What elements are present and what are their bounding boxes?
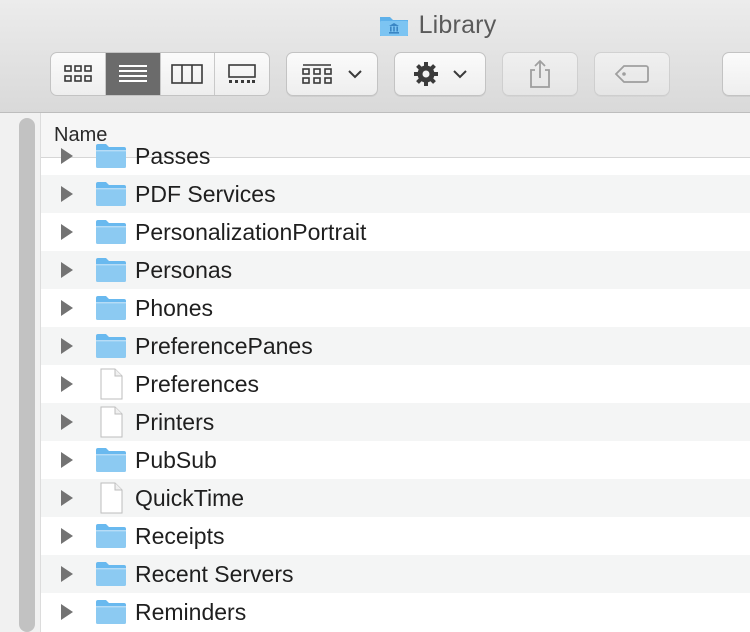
folder-icon: [94, 521, 128, 551]
list-item[interactable]: PreferencePanes: [41, 327, 750, 365]
list-item-label: QuickTime: [135, 484, 245, 511]
folder-icon: [94, 141, 128, 171]
disclosure-triangle-icon[interactable]: [61, 224, 73, 240]
list-item[interactable]: Personas: [41, 251, 750, 289]
disclosure-triangle-icon[interactable]: [61, 300, 73, 316]
list-item-label: PDF Services: [135, 180, 276, 207]
disclosure-triangle-icon[interactable]: [61, 338, 73, 354]
folder-icon: [94, 255, 128, 285]
list-item-label: Recent Servers: [135, 560, 294, 587]
file-list: Name Passes PDF Services PersonalizationPo…: [41, 113, 750, 632]
tag-button[interactable]: [594, 52, 670, 96]
disclosure-triangle-icon[interactable]: [61, 376, 73, 392]
list-item[interactable]: PersonalizationPortrait: [41, 213, 750, 251]
folder-icon: [94, 179, 128, 209]
chevron-down-icon: [348, 70, 362, 79]
disclosure-triangle-icon[interactable]: [61, 414, 73, 430]
list-item-label: Reminders: [135, 598, 247, 625]
disclosure-triangle-icon[interactable]: [61, 262, 73, 278]
share-icon: [530, 59, 550, 88]
disclosure-triangle-icon[interactable]: [61, 148, 73, 164]
document-icon: [94, 368, 128, 400]
list-item-label: Printers: [135, 408, 215, 435]
group-by-button[interactable]: [286, 52, 378, 96]
library-folder-icon: [379, 17, 408, 36]
disclosure-triangle-icon[interactable]: [61, 566, 73, 582]
list-item[interactable]: Passes: [41, 137, 750, 175]
list-item[interactable]: Reminders: [41, 593, 750, 631]
chevron-down-icon: [453, 70, 467, 79]
gallery-view-button[interactable]: [215, 53, 269, 95]
window-title-bar: Library: [0, 8, 750, 42]
folder-icon: [94, 445, 128, 475]
list-item[interactable]: Phones: [41, 289, 750, 327]
list-item[interactable]: PDF Services: [41, 175, 750, 213]
list-view-button[interactable]: [105, 53, 161, 95]
gear-icon: [414, 62, 438, 86]
document-icon: [94, 406, 128, 438]
disclosure-triangle-icon[interactable]: [61, 490, 73, 506]
folder-icon: [94, 293, 128, 323]
list-item[interactable]: Recent Servers: [41, 555, 750, 593]
list-item[interactable]: PubSub: [41, 441, 750, 479]
icon-view-button[interactable]: [51, 53, 106, 95]
disclosure-triangle-icon[interactable]: [61, 452, 73, 468]
disclosure-triangle-icon[interactable]: [61, 186, 73, 202]
column-view-button[interactable]: [161, 53, 216, 95]
folder-icon: [94, 559, 128, 589]
tag-icon: [614, 65, 649, 83]
group-by-icon: [302, 64, 332, 84]
list-item-label: PersonalizationPortrait: [135, 218, 367, 245]
list-item-label: PreferencePanes: [135, 332, 313, 359]
list-item[interactable]: Receipts: [41, 517, 750, 555]
search-button[interactable]: [722, 52, 750, 96]
disclosure-triangle-icon[interactable]: [61, 528, 73, 544]
action-button[interactable]: [394, 52, 486, 96]
list-item[interactable]: Printers: [41, 403, 750, 441]
document-icon: [94, 482, 128, 514]
list-item[interactable]: QuickTime: [41, 479, 750, 517]
toolbar: Library: [0, 0, 750, 113]
icon-view-icon: [64, 65, 92, 82]
list-item-label: Passes: [135, 142, 211, 169]
list-item-label: Receipts: [135, 522, 225, 549]
view-mode-control[interactable]: [50, 52, 270, 96]
window-title: Library: [418, 10, 497, 39]
share-button[interactable]: [502, 52, 578, 96]
sidebar-scrollbar[interactable]: [19, 118, 35, 632]
folder-icon: [94, 217, 128, 247]
list-item-label: Phones: [135, 294, 214, 321]
list-item-label: PubSub: [135, 446, 217, 473]
list-view-icon: [118, 65, 147, 82]
list-item-label: Preferences: [135, 370, 260, 397]
folder-icon: [94, 331, 128, 361]
list-item-label: Personas: [135, 256, 233, 283]
column-view-icon: [171, 64, 204, 84]
folder-icon: [94, 597, 128, 627]
list-item[interactable]: Preferences: [41, 365, 750, 403]
disclosure-triangle-icon[interactable]: [61, 604, 73, 620]
gallery-view-icon: [228, 64, 256, 83]
